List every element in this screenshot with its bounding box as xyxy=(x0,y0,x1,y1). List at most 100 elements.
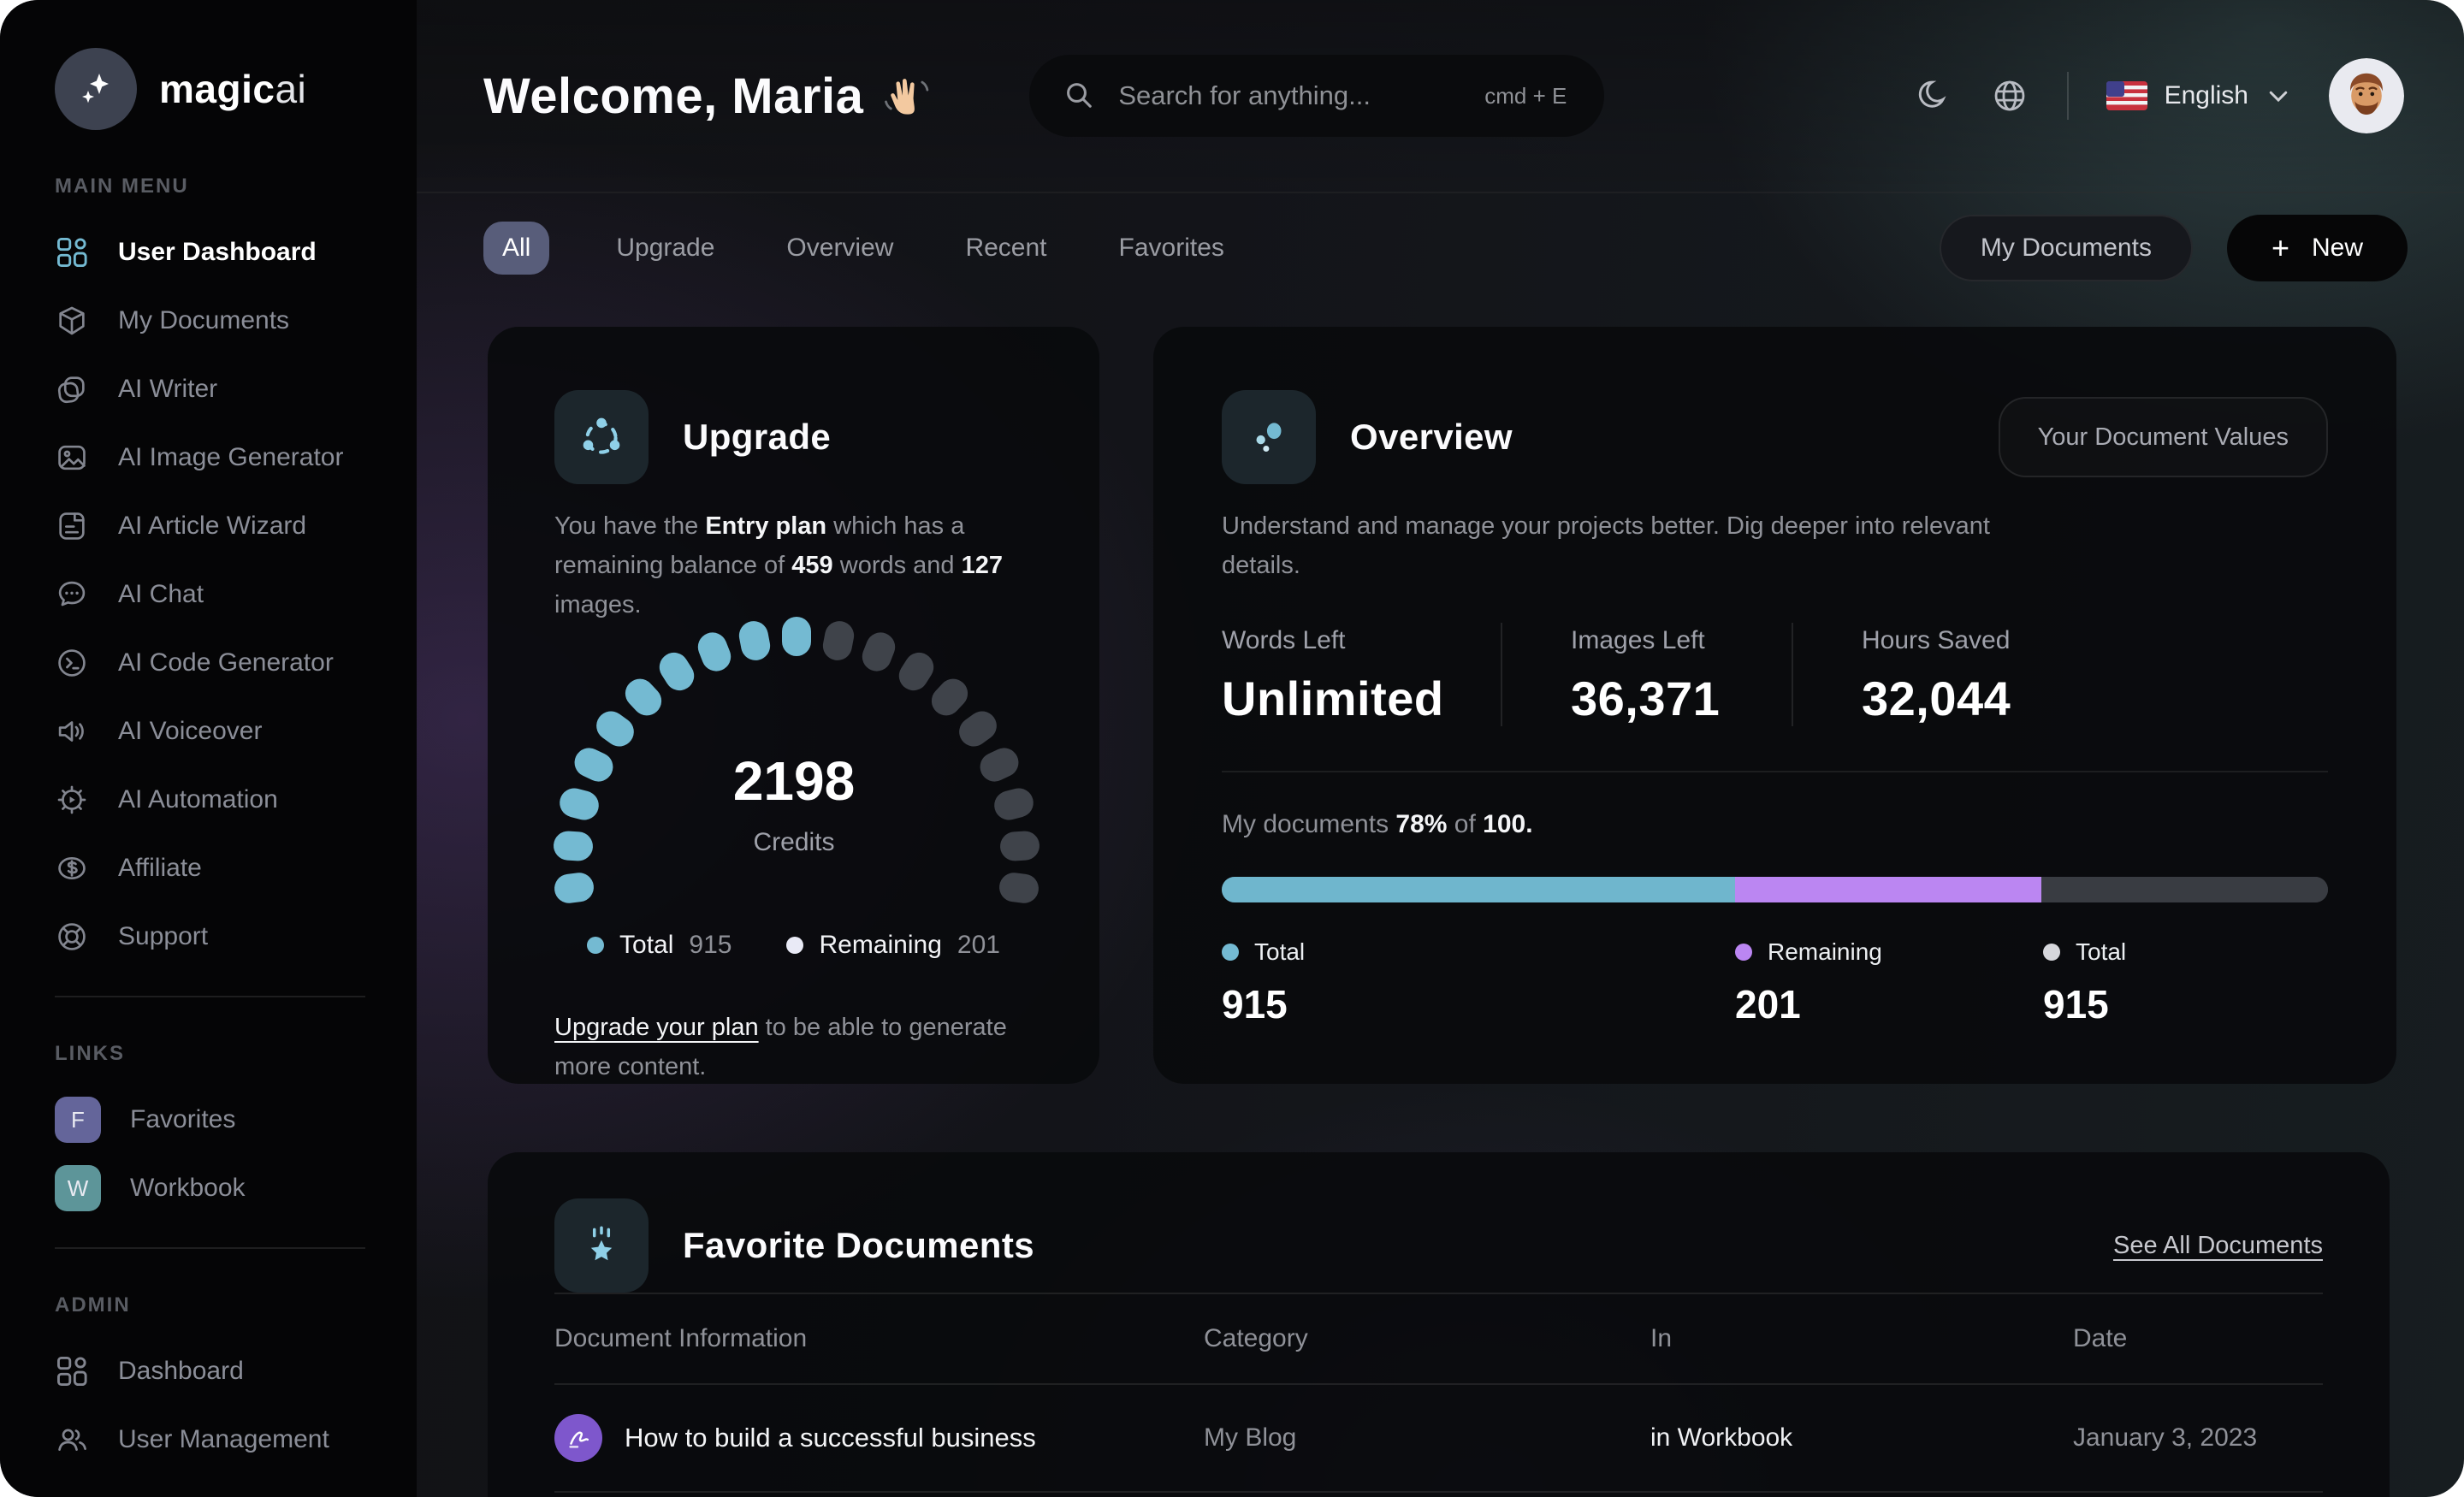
language-selector[interactable]: English xyxy=(2106,81,2291,110)
users-icon xyxy=(55,1423,89,1457)
tabs-row: All Upgrade Overview Recent Favorites My Doc… xyxy=(483,215,2408,281)
upgrade-plan-link[interactable]: Upgrade your plan xyxy=(554,1014,759,1041)
user-avatar[interactable] xyxy=(2329,58,2404,133)
share-nodes-icon xyxy=(554,390,649,484)
legend-dot xyxy=(2043,944,2060,961)
code-icon xyxy=(55,646,89,680)
sidebar-item-user-dashboard[interactable]: User Dashboard xyxy=(55,228,369,277)
sidebar-item-label: AI Code Generator xyxy=(118,648,334,677)
table-header-row: Document Information Category In Date xyxy=(554,1294,2323,1385)
sidebar-item-ai-article-wizard[interactable]: AI Article Wizard xyxy=(55,501,369,551)
credits-gauge: 2198 Credits xyxy=(552,617,1041,919)
sidebar-item-ai-code-generator[interactable]: AI Code Generator xyxy=(55,638,369,688)
tab-upgrade[interactable]: Upgrade xyxy=(611,222,720,275)
sidebar-item-favorites[interactable]: F Favorites xyxy=(55,1095,369,1145)
new-button[interactable]: + New xyxy=(2226,215,2408,281)
tab-favorites[interactable]: Favorites xyxy=(1114,222,1229,275)
table-header-in: In xyxy=(1650,1324,1673,1352)
sidebar-item-label: Dashboard xyxy=(118,1357,244,1385)
sidebar-item-label: AI Voiceover xyxy=(118,717,263,745)
stat-images-left: Images Left 36,371 xyxy=(1501,623,1792,726)
tab-recent[interactable]: Recent xyxy=(960,222,1051,275)
document-title[interactable]: How to build a successful business xyxy=(625,1423,1036,1453)
sidebar-item-my-documents[interactable]: My Documents xyxy=(55,296,369,346)
gauge-dot xyxy=(736,618,773,663)
sidebar-item-ai-automation[interactable]: AI Automation xyxy=(55,775,369,825)
gauge-dot xyxy=(693,628,735,676)
main-content: All Upgrade Overview Recent Favorites My Doc… xyxy=(417,193,2464,1497)
document-location: in Workbook xyxy=(1650,1423,1793,1452)
stat-value: 32,044 xyxy=(1862,672,2011,725)
favorites-title: Favorite Documents xyxy=(683,1225,1034,1265)
progress-segment-total xyxy=(2041,877,2328,902)
overview-card: Overview Your Document Values Understand… xyxy=(1153,327,2396,1084)
search-input[interactable]: Search for anything... cmd + E xyxy=(1029,55,1605,137)
sidebar-item-affiliate[interactable]: Affiliate xyxy=(55,843,369,893)
legend-item-total: Total 915 xyxy=(587,931,732,960)
progress-legend: Total 915 Remaining 201 Total 915 xyxy=(1222,938,2328,1050)
sparkles-icon xyxy=(55,48,137,130)
sidebar-item-label: AI Automation xyxy=(118,785,278,814)
sidebar-item-ai-writer[interactable]: AI Writer xyxy=(55,364,369,414)
tab-overview[interactable]: Overview xyxy=(781,222,898,275)
dashboard-grid-icon xyxy=(55,235,89,269)
sidebar-item-user-management[interactable]: User Management xyxy=(55,1415,369,1464)
stat-hours-saved: Hours Saved 32,044 xyxy=(1792,623,2011,726)
legend-value: 915 xyxy=(1222,982,1288,1027)
scatter-dots-icon xyxy=(1222,390,1316,484)
sidebar-nav: MAIN MENU User Dashboard My Documents AI Wr… xyxy=(55,175,369,1464)
stat-value: Unlimited xyxy=(1222,672,1444,725)
favorites-badge-icon: F xyxy=(55,1097,101,1143)
sidebar-item-ai-voiceover[interactable]: AI Voiceover xyxy=(55,707,369,756)
stat-label: Hours Saved xyxy=(1862,626,2011,654)
upgrade-description: You have the Entry plan which has a rema… xyxy=(554,512,1003,618)
sidebar-section-label-links: LINKS xyxy=(55,1042,125,1065)
progress-title: My documents 78% of 100. xyxy=(1222,810,1533,838)
my-documents-button[interactable]: My Documents xyxy=(1939,215,2193,281)
sidebar-item-label: Favorites xyxy=(130,1105,236,1133)
sidebar-item-dashboard[interactable]: Dashboard xyxy=(55,1346,369,1396)
sidebar-item-support[interactable]: Support xyxy=(55,912,369,962)
automation-icon xyxy=(55,783,89,817)
overview-description: Understand and manage your projects bett… xyxy=(1222,512,1990,579)
dark-mode-toggle[interactable] xyxy=(1915,77,1952,115)
falling-star-icon xyxy=(554,1198,649,1293)
legend-dot xyxy=(786,937,804,954)
app-window: magicai MAIN MENU User Dashboard My Docume… xyxy=(0,0,2464,1497)
search-icon xyxy=(1062,78,1098,114)
table-row[interactable]: How to build a successful business My Blo… xyxy=(554,1385,2323,1493)
gauge-dot xyxy=(654,647,700,696)
header-divider xyxy=(2066,72,2069,120)
sidebar-section-label-main-menu: MAIN MENU xyxy=(55,175,189,198)
see-all-documents-link[interactable]: See All Documents xyxy=(2113,1232,2323,1260)
waving-hand-emoji xyxy=(882,70,933,121)
upgrade-card: Upgrade You have the Entry plan which ha… xyxy=(488,327,1099,1084)
table-body: How to build a successful business My Blo… xyxy=(554,1385,2323,1493)
table-header-date: Date xyxy=(2073,1324,2128,1352)
sidebar-item-workbook[interactable]: W Workbook xyxy=(55,1163,369,1213)
gauge-legend: Total 915 Remaining 201 xyxy=(554,931,1033,960)
globe-button[interactable] xyxy=(1990,76,2029,115)
chevron-down-icon xyxy=(2269,91,2288,103)
gauge-dot xyxy=(619,672,668,722)
sidebar-section-label-admin: ADMIN xyxy=(55,1293,131,1317)
legend-value: 915 xyxy=(2043,982,2109,1027)
gauge-dot xyxy=(782,617,811,656)
upgrade-footer: Upgrade your plan to be able to generate… xyxy=(554,1014,1007,1080)
sidebar-item-ai-image-generator[interactable]: AI Image Generator xyxy=(55,433,369,482)
sidebar-item-label: Affiliate xyxy=(118,854,202,882)
documents-table: Document Information Category In Date How t… xyxy=(554,1294,2323,1493)
legend-label: Total xyxy=(619,931,674,959)
document-values-button[interactable]: Your Document Values xyxy=(1998,397,2328,477)
sidebar-item-ai-chat[interactable]: AI Chat xyxy=(55,570,369,619)
search-shortcut: cmd + E xyxy=(1484,82,1567,109)
workbook-badge-icon: W xyxy=(55,1165,101,1211)
overview-card-header: Overview Your Document Values xyxy=(1222,390,2328,484)
tab-all[interactable]: All xyxy=(483,222,550,275)
legend-value: 915 xyxy=(689,931,732,959)
moon-icon xyxy=(1918,80,1946,108)
progress-segment-remaining xyxy=(1734,877,2042,902)
document-category: My Blog xyxy=(1204,1423,1297,1452)
us-flag-icon xyxy=(2106,81,2147,110)
brand-logo[interactable]: magicai xyxy=(55,48,369,130)
